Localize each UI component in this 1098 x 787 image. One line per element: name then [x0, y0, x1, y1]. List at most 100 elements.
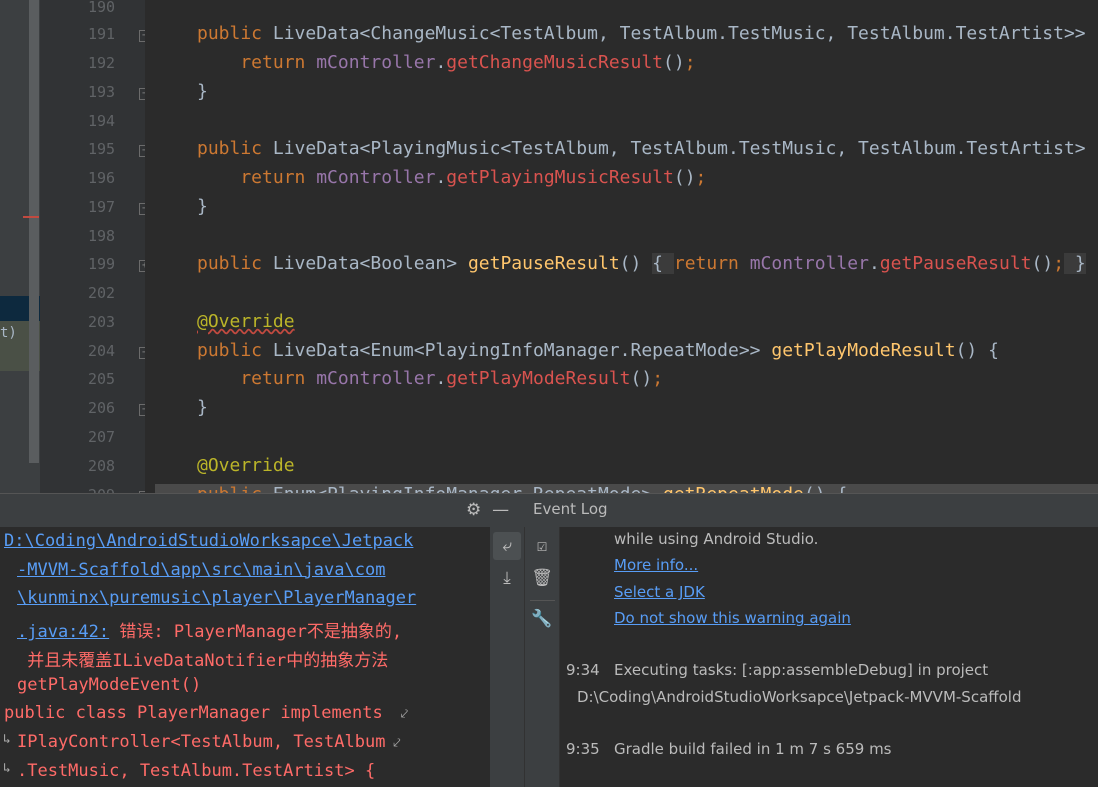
code-token: getPauseResult	[467, 253, 620, 274]
code-token: public	[197, 340, 273, 361]
wrench-icon[interactable]: 🔧	[528, 605, 556, 633]
error-text: 并且未覆盖ILiveDataNotifier中的抽象方法	[17, 650, 389, 671]
line-number: 192	[88, 54, 116, 72]
code-token: public	[197, 138, 273, 159]
code-token: .	[868, 253, 880, 274]
event-log-content: while using Android Studio. More info...…	[560, 527, 1098, 787]
code-token: return	[197, 167, 317, 188]
code-token: mController	[316, 52, 436, 73]
code-token: ()	[673, 167, 696, 188]
code-token: LiveData<Boolean>	[272, 253, 468, 274]
log-time: 9:34	[566, 661, 600, 679]
code-token: public	[197, 23, 273, 44]
soft-wrap-icon[interactable]: ⤶	[493, 532, 521, 560]
code-line: return mController.getPlayModeResult();	[197, 368, 663, 389]
log-message: Gradle build failed in 1 m 7 s 659 ms	[614, 740, 892, 758]
wrap-icon: ⤦	[385, 735, 401, 751]
wrap-icon: ↳	[3, 731, 11, 747]
output-line: D:\Coding\AndroidStudioWorksapce\Jetpack	[4, 531, 413, 551]
code-token: LiveData<Enum<PlayingInfoManager.RepeatM…	[272, 340, 772, 361]
output-line: 并且未覆盖ILiveDataNotifier中的抽象方法	[17, 646, 388, 671]
line-number: 202	[88, 284, 116, 302]
code-line: public Enum<PlayingInfoManager.RepeatMod…	[197, 484, 847, 493]
code-token: ()	[1031, 253, 1054, 274]
code-token: mController	[749, 253, 869, 274]
code-line: }	[197, 397, 208, 418]
log-time: 9:35	[566, 740, 600, 758]
code-line: @Override	[197, 311, 295, 332]
line-number: 206	[88, 399, 116, 417]
code-line: @Override	[197, 455, 295, 476]
code-token: ;	[695, 167, 707, 188]
code-token: getPlayModeResult	[771, 340, 956, 361]
output-line: \kunminx\puremusic\player\PlayerManager	[17, 588, 416, 608]
code-token: getPlayModeResult	[446, 368, 631, 389]
log-text: while using Android Studio.	[614, 530, 819, 548]
gear-icon[interactable]: ⚙	[466, 500, 481, 520]
code-line: public LiveData<ChangeMusic<TestAlbum, T…	[197, 23, 1086, 44]
output-line: .java:42: 错误: PlayerManager不是抽象的,	[17, 617, 402, 642]
error-text: 错误: PlayerManager不是抽象的,	[109, 622, 403, 643]
code-token: LiveData<ChangeMusic<TestAlbum, TestAlbu…	[272, 23, 1086, 44]
code-line: }	[197, 81, 208, 102]
code-token: {	[652, 253, 674, 274]
scrollbar[interactable]	[29, 0, 39, 463]
code-line: return mController.getPlayingMusicResult…	[197, 167, 706, 188]
code-token: return	[197, 368, 317, 389]
code-token: ;	[652, 368, 664, 389]
error-text: IPlayController<TestAlbum, TestAlbum	[17, 731, 386, 752]
project-panel-edge: t)	[0, 0, 40, 493]
code-line: public LiveData<Enum<PlayingInfoManager.…	[197, 340, 999, 361]
code-token: public	[197, 484, 273, 493]
code-line: public LiveData<PlayingMusic<TestAlbum, …	[197, 138, 1086, 159]
file-link[interactable]: -MVVM-Scaffold\app\src\main\java\com	[17, 560, 385, 580]
line-number: 204	[88, 342, 116, 360]
log-message: Executing tasks: [:app:assembleDebug] in…	[614, 661, 989, 679]
mark-read-icon[interactable]: ☑	[528, 532, 556, 560]
line-number: 193	[88, 83, 116, 101]
select-jdk-link[interactable]: Select a JDK	[614, 583, 705, 601]
minimize-icon[interactable]: —	[492, 500, 509, 520]
code-token: ;	[684, 52, 696, 73]
code-token: ()	[619, 253, 653, 274]
line-number: 190	[88, 0, 116, 16]
event-log-toolbar: ☑ 🗑 🔧	[525, 527, 560, 787]
code-token: ;	[1053, 253, 1065, 274]
log-message-continuation: D:\Coding\AndroidStudioWorksapce\Jetpack…	[577, 688, 1022, 706]
code-token: @Override	[197, 455, 295, 476]
error-marker	[23, 216, 39, 218]
code-token: }	[1064, 253, 1086, 274]
code-token: return	[673, 253, 750, 274]
scroll-to-end-icon[interactable]: ⤓	[493, 564, 521, 592]
line-number: 205	[88, 370, 116, 388]
line-number: 197	[88, 198, 116, 216]
output-line: -MVVM-Scaffold\app\src\main\java\com	[17, 560, 385, 580]
line-number: 208	[88, 457, 116, 475]
line-number: 199	[88, 255, 116, 273]
code-token: .	[435, 167, 447, 188]
run-toolbar: ⤶ ⤓	[490, 527, 525, 787]
more-info-link[interactable]: More info...	[614, 556, 698, 574]
code-token: .	[435, 52, 447, 73]
output-line: ↳ IPlayController<TestAlbum, TestAlbum ⤦	[3, 731, 401, 752]
code-token: }	[197, 397, 208, 418]
file-link[interactable]: \kunminx\puremusic\player\PlayerManager	[17, 588, 416, 608]
file-link[interactable]: D:\Coding\AndroidStudioWorksapce\Jetpack	[4, 531, 413, 551]
line-number: 203	[88, 313, 116, 331]
code-token: }	[197, 81, 208, 102]
file-link[interactable]: .java:42:	[17, 622, 109, 642]
code-token: () {	[955, 340, 999, 361]
code-token: ()	[630, 368, 653, 389]
event-log-title[interactable]: Event Log	[533, 500, 608, 518]
divider	[530, 600, 555, 601]
output-line: getPlayModeEvent()	[17, 675, 201, 695]
trash-icon[interactable]: 🗑	[528, 564, 556, 592]
output-line: public class PlayerManager implements ⤦	[4, 703, 408, 723]
code-token: getPauseResult	[879, 253, 1032, 274]
dont-show-warning-link[interactable]: Do not show this warning again	[614, 609, 851, 627]
code-token: getPlayingMusicResult	[446, 167, 674, 188]
build-output[interactable]: D:\Coding\AndroidStudioWorksapce\Jetpack…	[0, 527, 490, 787]
code-editor[interactable]: public LiveData<ChangeMusic<TestAlbum, T…	[145, 0, 1098, 493]
wrap-icon: ↳	[3, 760, 11, 776]
code-token: }	[197, 196, 208, 217]
